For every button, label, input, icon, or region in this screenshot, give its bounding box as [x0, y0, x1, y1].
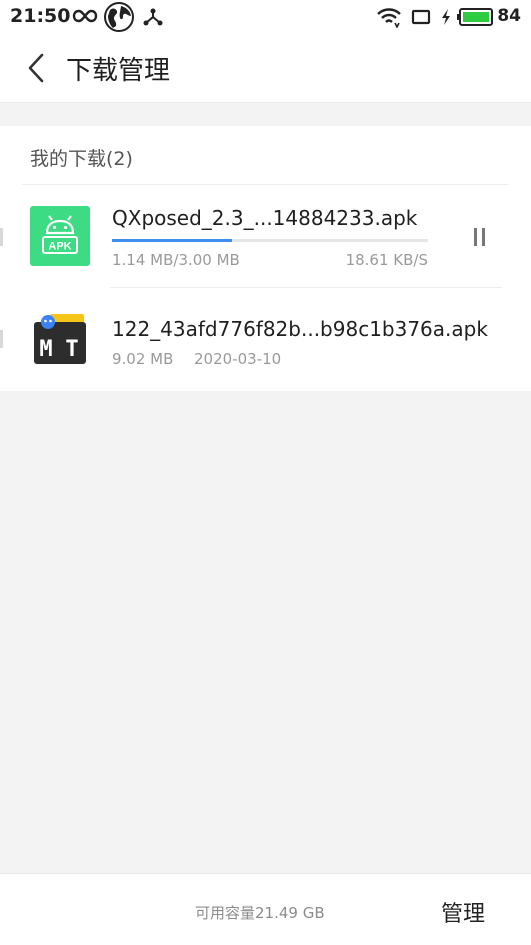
infinity-icon — [72, 7, 98, 29]
section-title: 我的下载(2) — [30, 148, 133, 170]
title-bar: 下载管理 — [0, 34, 531, 103]
divider — [110, 287, 502, 288]
pause-icon — [474, 228, 477, 246]
chevron-left-icon — [28, 53, 44, 83]
status-time: 21:50 — [10, 5, 71, 27]
file-date: 2020-03-10 — [194, 350, 282, 368]
charging-icon — [440, 8, 452, 30]
globe-icon — [102, 1, 136, 37]
svg-text:T: T — [65, 337, 78, 362]
battery-icon — [456, 8, 494, 30]
file-name: QXposed_2.3_...14884233.apk — [112, 206, 418, 230]
svg-text:APK: APK — [48, 241, 71, 253]
manage-button[interactable]: 管理 — [441, 896, 485, 928]
wifi-icon — [376, 6, 402, 32]
edge-marker — [0, 228, 3, 246]
pause-button[interactable] — [466, 226, 494, 250]
bottom-bar: 可用容量21.49 GB 管理 — [0, 873, 531, 945]
svg-text:M: M — [39, 337, 52, 362]
back-button[interactable] — [20, 48, 56, 88]
storage-available: 可用容量21.49 GB — [195, 904, 325, 922]
android-apk-icon: APK — [30, 206, 90, 266]
file-size: 9.02 MB — [112, 350, 174, 368]
download-item[interactable]: M T 122_43afd776f82b...b98c1b376a.apk 9.… — [0, 290, 531, 392]
status-bar: 21:50 84 — [0, 0, 531, 34]
edge-marker — [0, 330, 3, 348]
page-title: 下载管理 — [66, 56, 171, 86]
download-speed: 18.61 KB/S — [345, 251, 428, 269]
screen-icon — [411, 9, 431, 29]
download-progress-bar — [112, 239, 428, 242]
divider — [22, 184, 508, 185]
file-name: 122_43afd776f82b...b98c1b376a.apk — [112, 317, 488, 341]
downloads-card: 我的下载(2) APK QXposed_2.3_...14884233.apk … — [0, 126, 531, 391]
mt-manager-icon: M T — [30, 308, 90, 368]
usb-tether-icon — [143, 7, 163, 31]
download-progress-fill — [112, 239, 233, 242]
battery-percent: 84 — [497, 6, 521, 26]
progress-text: 1.14 MB/3.00 MB — [112, 251, 240, 269]
download-item[interactable]: APK QXposed_2.3_...14884233.apk 1.14 MB/… — [0, 186, 531, 288]
